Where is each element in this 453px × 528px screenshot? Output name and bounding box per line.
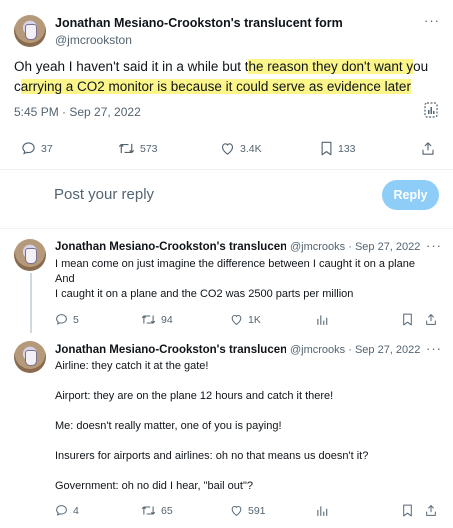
share-icon [422,142,434,155]
reply-count: 37 [41,142,53,155]
share-action[interactable] [421,141,435,156]
like-icon [231,505,242,516]
like-count: 3.4K [240,142,262,155]
handle-date[interactable]: @jmcrooks · Sep 27, 2022 [290,344,420,356]
tweet-timestamp[interactable]: 5:45 PM · Sep 27, 2022 [14,105,141,119]
bookmark-count: 133 [338,142,356,155]
bookmark-action[interactable]: 133 [320,141,356,156]
tweet-text: Oh yeah I haven't said it in a while but… [14,59,429,94]
more-icon[interactable]: ··· [426,342,442,355]
reply-icon [56,505,67,516]
retweet-icon [141,506,156,515]
analytics-icon[interactable] [424,102,438,118]
reply-count: 5 [73,313,79,326]
avatar[interactable] [14,239,46,271]
retweet-icon [118,143,135,154]
avatar[interactable] [14,341,46,373]
views-action[interactable] [316,313,328,326]
like-action[interactable]: 591 [230,504,266,517]
like-count: 591 [248,504,266,517]
avatar[interactable] [14,15,46,47]
reply-icon [56,314,67,325]
like-action[interactable]: 3.4K [220,141,262,156]
reply-button[interactable]: Reply [382,180,439,210]
bookmark-icon [403,504,412,517]
share-action[interactable] [425,313,437,326]
divider [0,228,453,229]
retweet-count: 94 [161,313,173,326]
thread-line [30,273,32,333]
views-icon [317,506,328,516]
author-name[interactable]: Jonathan Mesiano-Crookston's translucent… [55,241,286,253]
text-highlight: he reason they don't want y [248,59,414,74]
share-icon [426,314,436,325]
like-icon [221,143,234,155]
reply-text: Airline: they catch it at the gate! Airp… [55,360,369,492]
reply-count: 4 [73,504,79,517]
like-action[interactable]: 1K [230,313,261,326]
bookmark-action[interactable] [402,313,413,326]
reply-action[interactable]: 5 [55,313,79,326]
retweet-count: 573 [140,142,158,155]
author-name[interactable]: Jonathan Mesiano-Crookston's translucent… [55,344,286,356]
reply-icon [22,142,35,155]
like-icon [231,314,242,325]
reply-text: I mean come on just imagine the differen… [55,258,415,300]
views-action[interactable] [316,504,328,517]
handle-date[interactable]: @jmcrooks · Sep 27, 2022 [290,241,420,253]
divider [0,169,453,170]
share-icon [426,505,436,516]
text-highlight: arrying a CO2 monitor is because it coul… [20,79,411,94]
more-icon[interactable]: ··· [424,14,440,27]
retweet-action[interactable]: 573 [118,141,158,156]
more-icon[interactable]: ··· [426,239,442,252]
like-count: 1K [248,313,261,326]
reply-input[interactable]: Post your reply [54,186,154,203]
retweet-count: 65 [161,504,173,517]
bookmark-action[interactable] [402,504,413,517]
share-action[interactable] [425,504,437,517]
reply-action[interactable]: 4 [55,504,79,517]
views-icon [317,315,328,325]
author-name[interactable]: Jonathan Mesiano-Crookston's translucent… [55,16,385,30]
retweet-action[interactable]: 94 [141,313,173,326]
retweet-action[interactable]: 65 [141,504,173,517]
reply-action[interactable]: 37 [21,141,53,156]
author-handle[interactable]: @jmcrookston [55,33,132,47]
bookmark-icon [321,141,332,156]
bookmark-icon [403,313,412,326]
retweet-icon [141,315,156,324]
